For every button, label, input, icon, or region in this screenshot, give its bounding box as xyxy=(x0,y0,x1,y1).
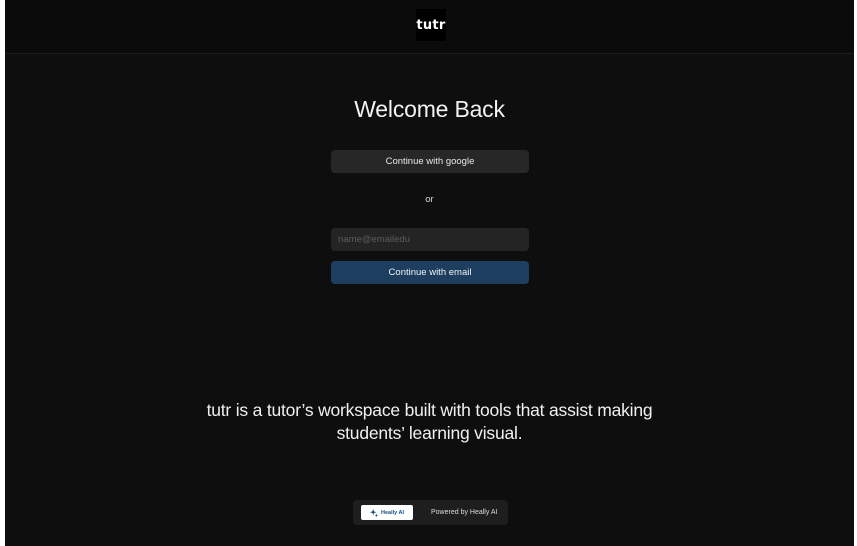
continue-with-google-button[interactable]: Continue with google xyxy=(331,150,529,173)
google-button-label: Continue with google xyxy=(385,156,475,167)
heally-ai-pill[interactable]: Heally AI xyxy=(361,505,413,520)
tutr-logo[interactable]: tutr xyxy=(416,9,446,41)
tagline-line-1: tutr is a tutor’s workspace built with t… xyxy=(206,400,653,420)
tagline: tutr is a tutor’s workspace built with t… xyxy=(5,399,854,445)
email-button-label: Continue with email xyxy=(388,267,472,278)
continue-with-email-button[interactable]: Continue with email xyxy=(331,261,529,284)
app-frame: tutr Welcome Back Continue with google o… xyxy=(5,0,854,546)
powered-by-badge: Heally AI Powered by Heally AI xyxy=(353,500,508,525)
heally-ai-pill-label: Heally AI xyxy=(380,509,405,516)
or-divider: or xyxy=(425,194,434,205)
email-input[interactable] xyxy=(331,228,529,251)
top-bar: tutr xyxy=(5,0,854,54)
welcome-title: Welcome Back xyxy=(354,96,505,122)
tagline-line-2: students’ learning visual. xyxy=(336,423,523,443)
sparkle-icon xyxy=(369,508,378,517)
powered-by-text[interactable]: Powered by Heally AI xyxy=(431,500,498,525)
